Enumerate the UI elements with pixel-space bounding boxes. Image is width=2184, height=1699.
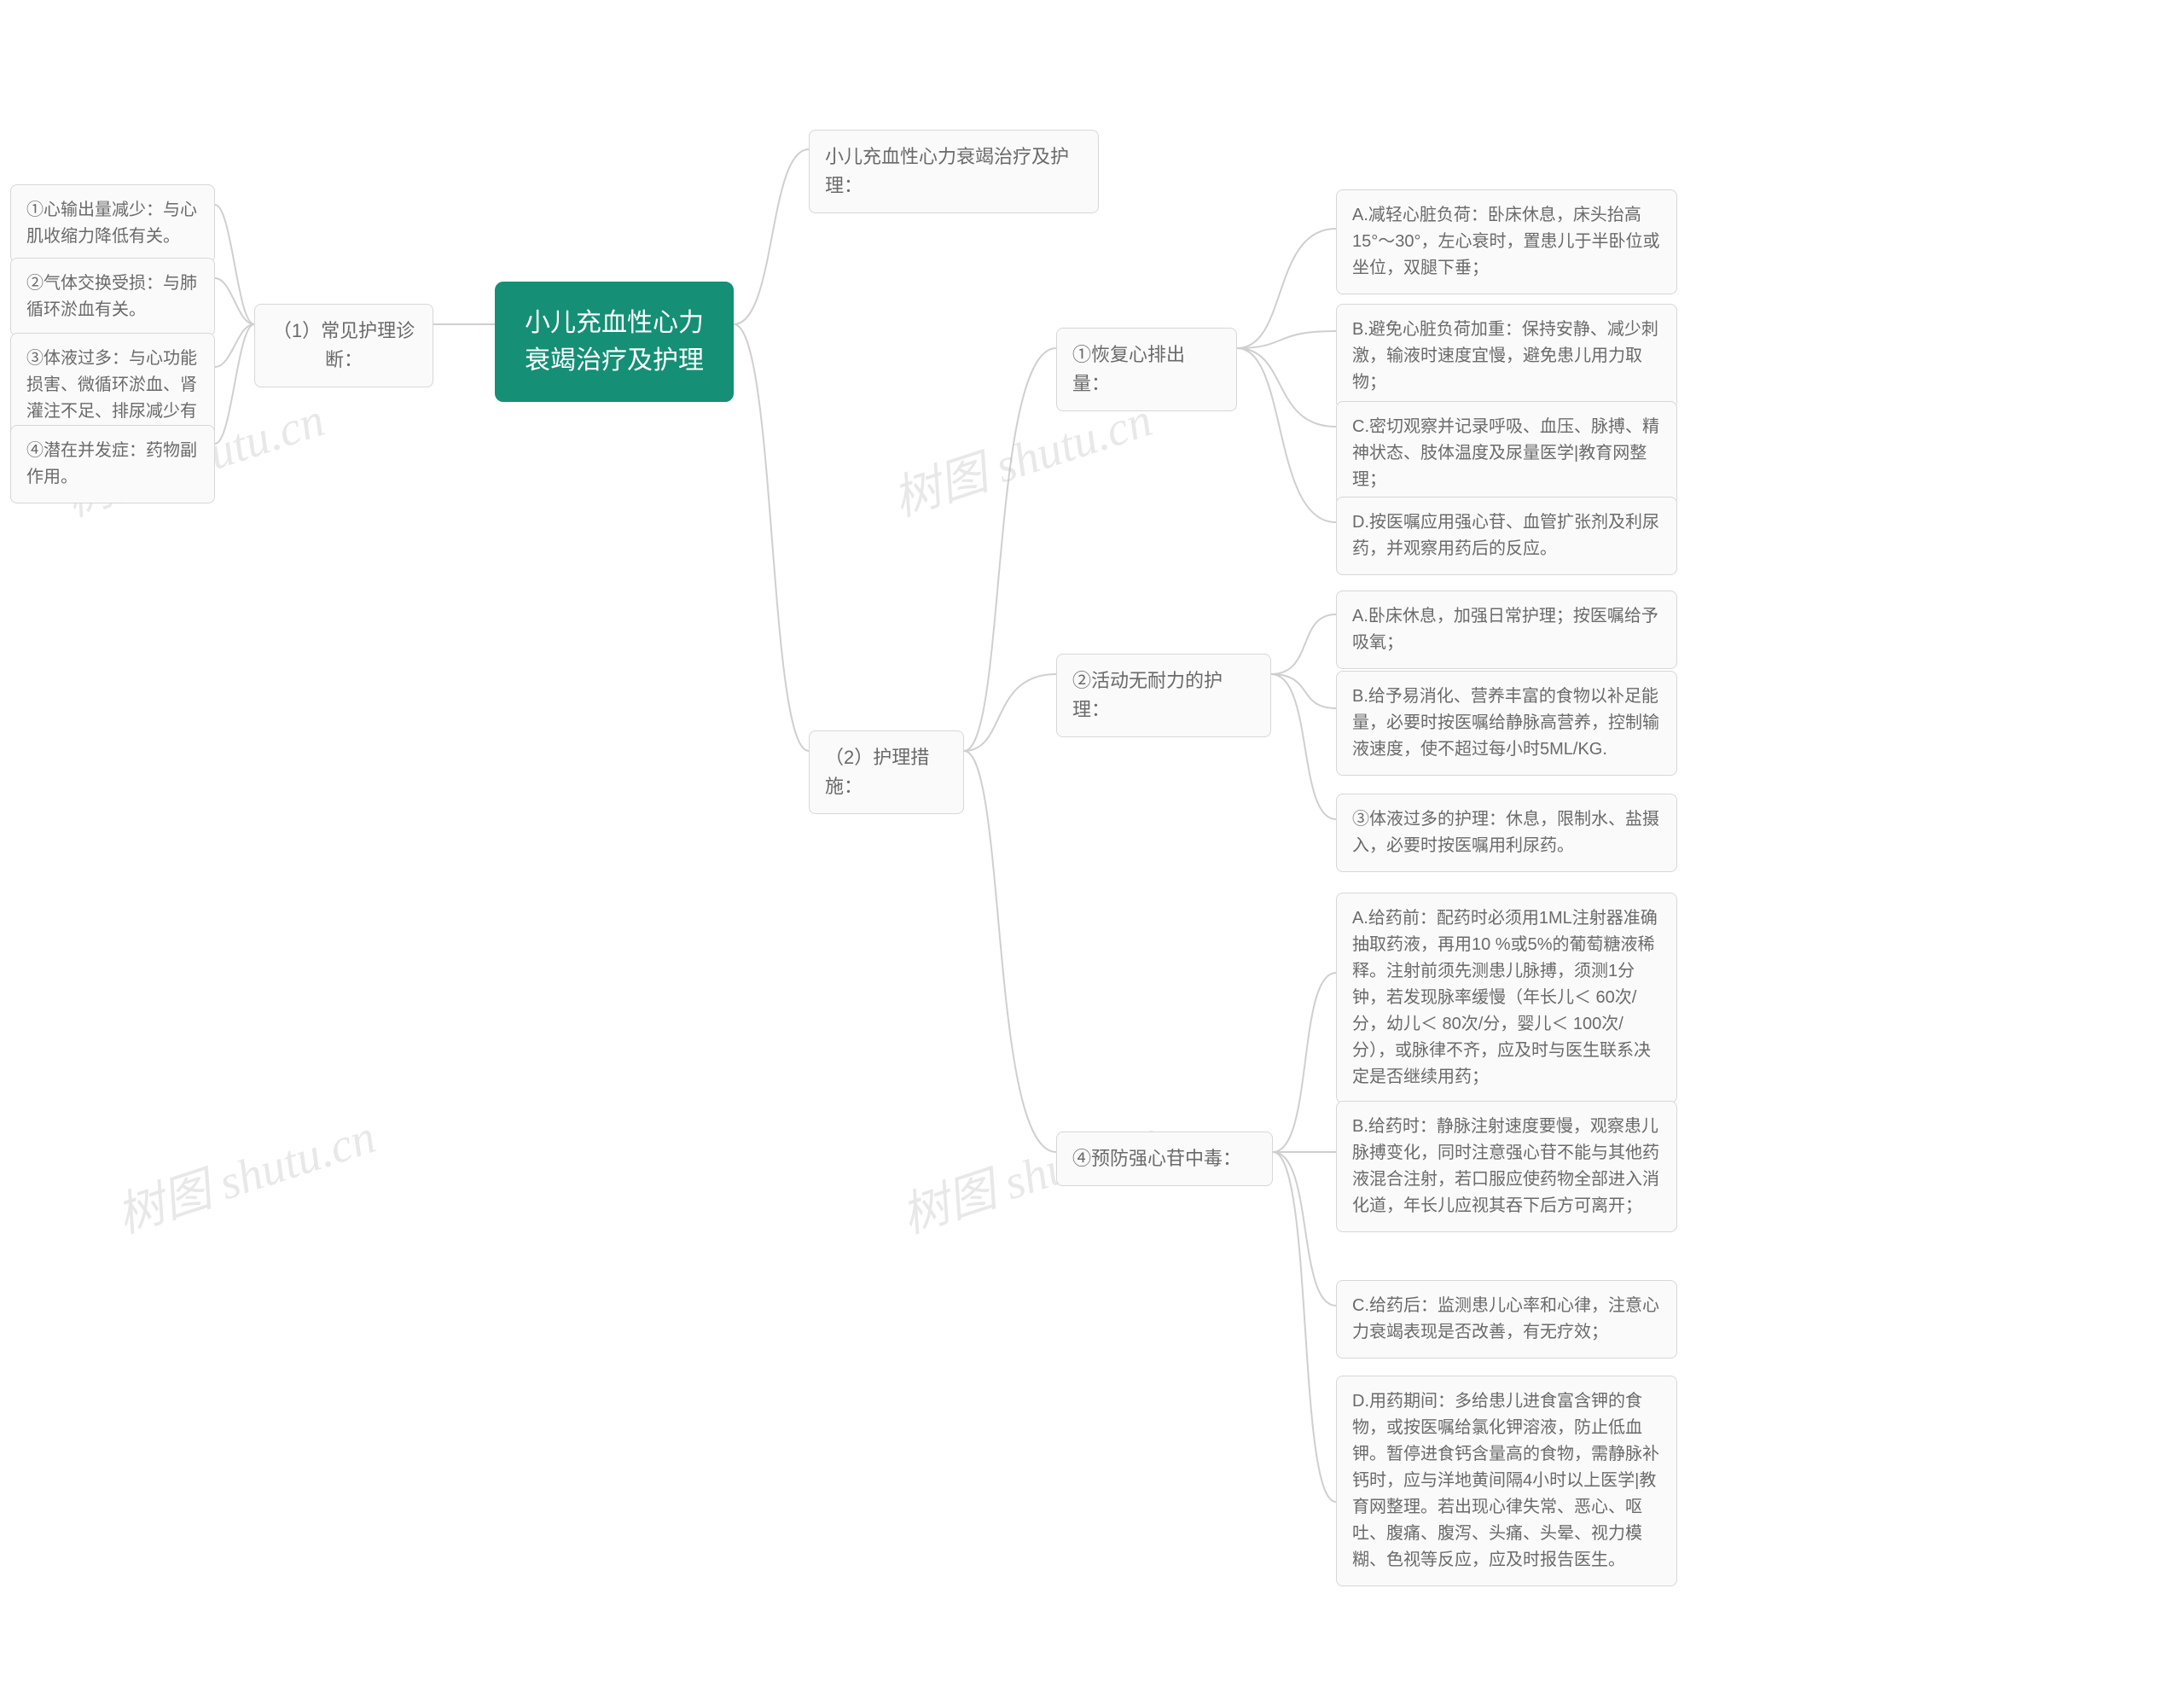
watermark: 树图 shutu.cn bbox=[107, 1098, 383, 1247]
sub-branch-activity-intolerance[interactable]: ②活动无耐力的护理： bbox=[1056, 654, 1271, 737]
cardiac-output-c[interactable]: C.密切观察并记录呼吸、血压、脉搏、精神状态、肢体温度及尿量医学|教育网整理； bbox=[1336, 401, 1677, 506]
right-branch-measures[interactable]: （2）护理措施： bbox=[809, 730, 964, 814]
activity-b[interactable]: B.给予易消化、营养丰富的食物以补足能量，必要时按医嘱给静脉高营养，控制输液速度… bbox=[1336, 671, 1677, 776]
cardiac-output-a[interactable]: A.减轻心脏负荷：卧床休息，床头抬高15°～30°，左心衰时，置患儿于半卧位或坐… bbox=[1336, 189, 1677, 294]
connector-lines bbox=[0, 0, 2184, 1699]
digitalis-c[interactable]: C.给药后：监测患儿心率和心律，注意心力衰竭表现是否改善，有无疗效； bbox=[1336, 1280, 1677, 1359]
activity-fluid-excess[interactable]: ③体液过多的护理：休息，限制水、盐摄入，必要时按医嘱用利尿药。 bbox=[1336, 794, 1677, 872]
digitalis-d[interactable]: D.用药期间：多给患儿进食富含钾的食物，或按医嘱给氯化钾溶液，防止低血钾。暂停进… bbox=[1336, 1376, 1677, 1586]
diagnosis-item-1[interactable]: ①心输出量减少：与心肌收缩力降低有关。 bbox=[10, 184, 215, 263]
digitalis-a[interactable]: A.给药前：配药时必须用1ML注射器准确抽取药液，再用10 %或5%的葡萄糖液稀… bbox=[1336, 893, 1677, 1103]
sub-branch-cardiac-output[interactable]: ①恢复心排出量： bbox=[1056, 328, 1237, 411]
cardiac-output-b[interactable]: B.避免心脏负荷加重：保持安静、减少刺激，输液时速度宜慢，避免患儿用力取物； bbox=[1336, 304, 1677, 409]
digitalis-b[interactable]: B.给药时：静脉注射速度要慢，观察患儿脉搏变化，同时注意强心苷不能与其他药液混合… bbox=[1336, 1101, 1677, 1232]
left-branch-diagnosis[interactable]: （1）常见护理诊断： bbox=[254, 304, 433, 387]
diagnosis-item-4[interactable]: ④潜在并发症：药物副作用。 bbox=[10, 425, 215, 503]
sub-branch-digitalis-toxicity[interactable]: ④预防强心苷中毒： bbox=[1056, 1132, 1273, 1186]
cardiac-output-d[interactable]: D.按医嘱应用强心苷、血管扩张剂及利尿药，并观察用药后的反应。 bbox=[1336, 497, 1677, 575]
diagnosis-item-2[interactable]: ②气体交换受损：与肺循环淤血有关。 bbox=[10, 258, 215, 336]
activity-a[interactable]: A.卧床休息，加强日常护理；按医嘱给予吸氧； bbox=[1336, 591, 1677, 669]
root-node[interactable]: 小儿充血性心力衰竭治疗及护理 bbox=[495, 282, 734, 402]
right-branch-title[interactable]: 小儿充血性心力衰竭治疗及护理： bbox=[809, 130, 1099, 213]
